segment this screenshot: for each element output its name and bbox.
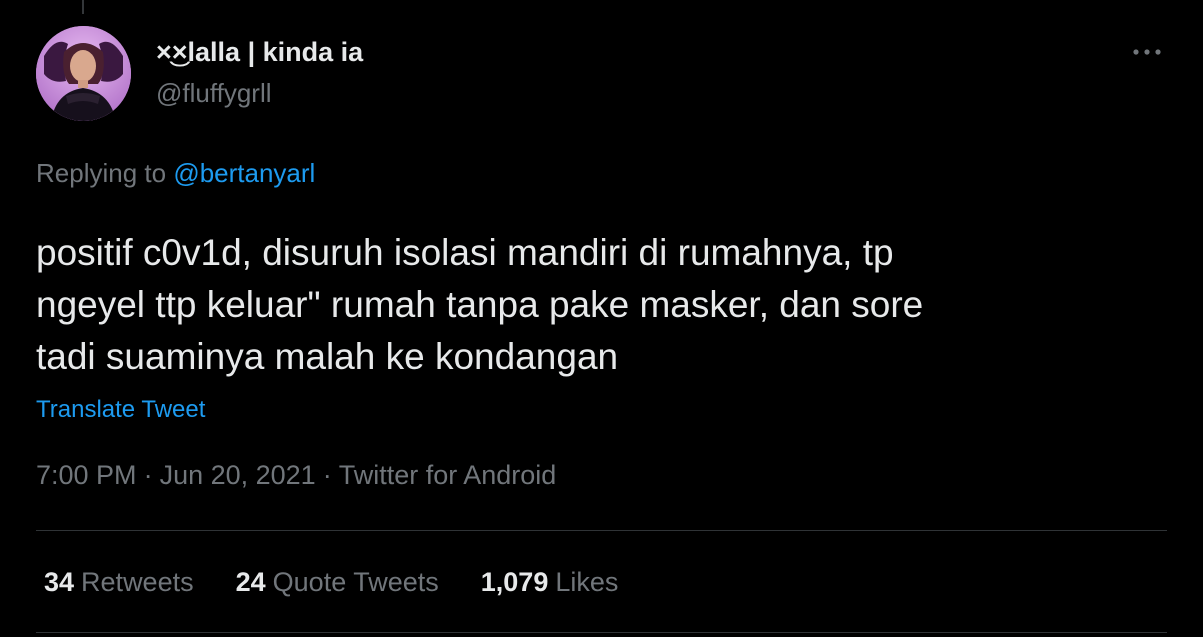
tweet-text-line: ngeyel ttp keluar" rumah tanpa pake mask… <box>36 284 924 325</box>
likes-stat[interactable]: 1,079 Likes <box>481 567 619 598</box>
retweets-stat[interactable]: 34 Retweets <box>44 567 194 598</box>
replying-to: Replying to @bertanyarl <box>36 158 315 189</box>
author-display-name[interactable]: ×͜×lalla | kinda ia <box>156 37 363 68</box>
reply-mention-link[interactable]: @bertanyarl <box>173 158 315 188</box>
likes-count: 1,079 <box>480 567 549 597</box>
meta-separator: · <box>322 460 332 490</box>
tweet-source[interactable]: Twitter for Android <box>339 460 557 490</box>
meta-separator: · <box>143 460 153 490</box>
replying-to-label: Replying to <box>36 158 167 188</box>
tweet-date[interactable]: Jun 20, 2021 <box>160 460 316 490</box>
quote-tweets-label: Quote Tweets <box>272 567 439 597</box>
tweet-meta: 7:00 PM · Jun 20, 2021 · Twitter for Android <box>36 460 556 491</box>
thread-line <box>82 0 84 14</box>
likes-label: Likes <box>555 567 619 597</box>
quote-tweets-stat[interactable]: 24 Quote Tweets <box>236 567 439 598</box>
more-horizontal-icon[interactable] <box>1128 40 1168 64</box>
tweet-text-line: positif c0v1d, disuruh isolasi mandiri d… <box>36 232 894 273</box>
author-handle[interactable]: @fluffygrll <box>156 78 272 109</box>
tweet-text: positif c0v1d, disuruh isolasi mandiri d… <box>36 227 1156 383</box>
divider <box>36 632 1167 633</box>
quote-tweets-count: 24 <box>235 567 266 597</box>
tweet-text-line: tadi suaminya malah ke kondangan <box>36 336 619 377</box>
translate-tweet-link[interactable]: Translate Tweet <box>36 396 205 424</box>
avatar-image <box>36 26 131 121</box>
retweets-label: Retweets <box>81 567 194 597</box>
retweets-count: 34 <box>44 567 75 597</box>
tweet-stats: 34 Retweets 24 Quote Tweets 1,079 Likes <box>44 567 618 598</box>
divider <box>36 530 1167 531</box>
tweet-time[interactable]: 7:00 PM <box>36 460 137 490</box>
avatar[interactable] <box>36 26 131 121</box>
